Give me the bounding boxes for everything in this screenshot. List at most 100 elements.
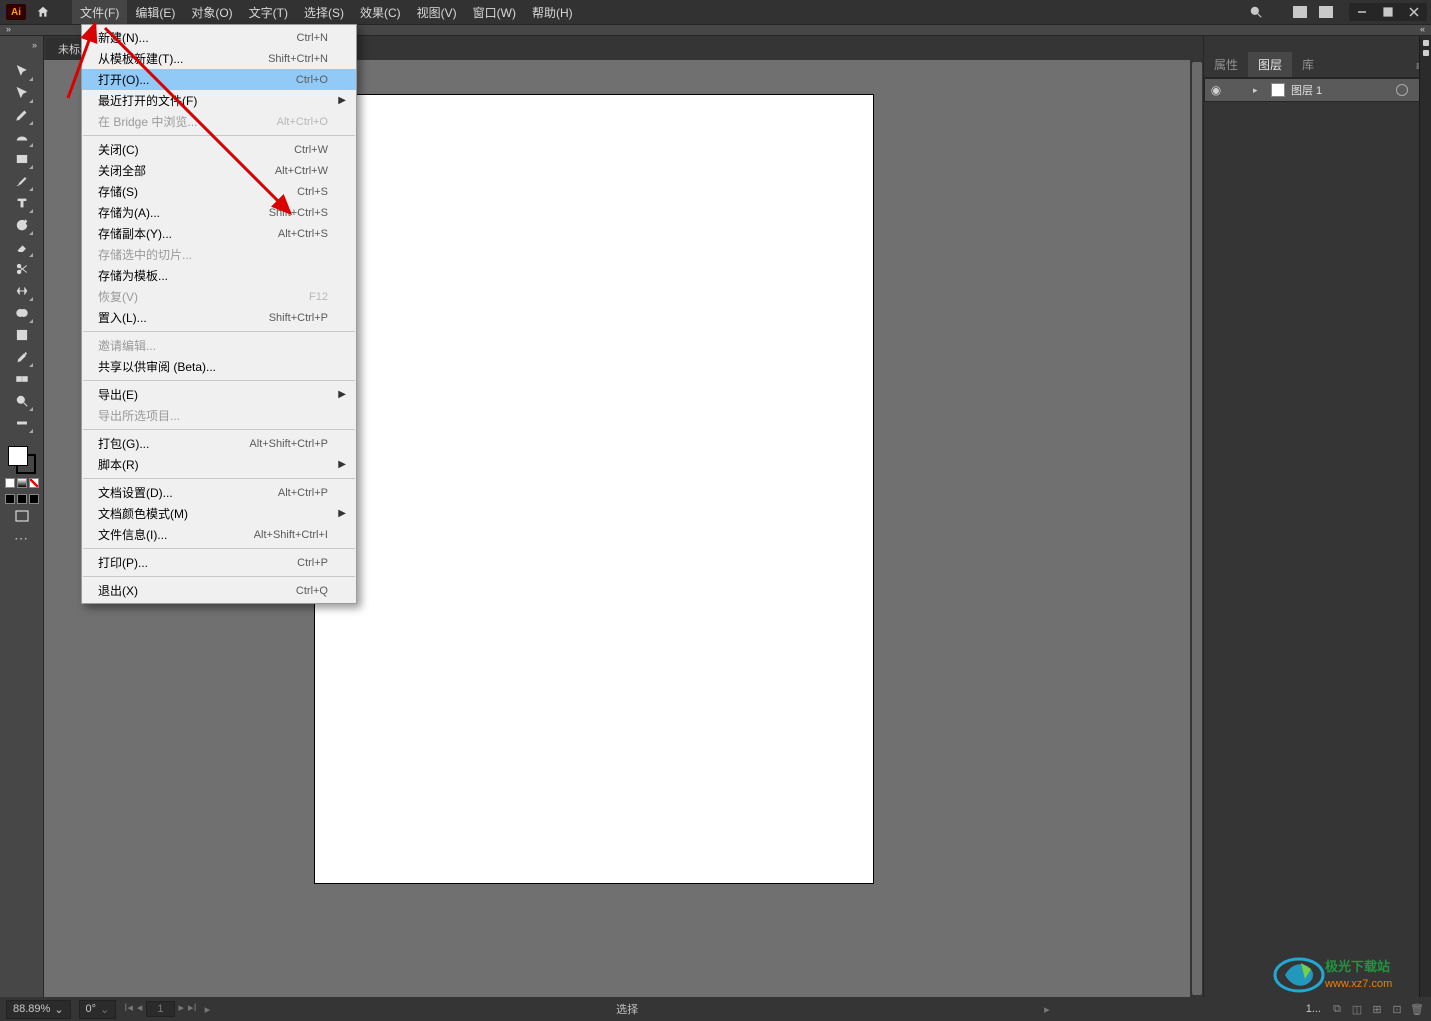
menu-select[interactable]: 选择(S)	[296, 0, 352, 24]
visibility-eye-icon[interactable]: ◉	[1211, 83, 1221, 97]
tool-gradient-annotator[interactable]	[10, 412, 34, 434]
menu-item-2[interactable]: 打开(O)...Ctrl+O	[82, 69, 356, 90]
tool-direct-selection[interactable]	[10, 82, 34, 104]
tool-type[interactable]	[10, 192, 34, 214]
color-mode-gradient[interactable]	[17, 478, 27, 488]
tool-rotate[interactable]	[10, 214, 34, 236]
svg-text:极光下载站: 极光下载站	[1325, 959, 1390, 974]
sb-icon-2[interactable]: ◫	[1349, 1003, 1365, 1016]
menu-item-17[interactable]: 共享以供审阅 (Beta)...	[82, 356, 356, 377]
sb-icon-3[interactable]: ⊞	[1369, 1003, 1385, 1016]
menu-item-25[interactable]: 文档设置(D)...Alt+Ctrl+P	[82, 482, 356, 503]
control-bar-collapse-right[interactable]: «	[1420, 24, 1425, 34]
watermark: 极光下载站 www.xz7.com	[1271, 953, 1421, 997]
tools-panel: » ⋯	[0, 36, 44, 997]
tool-scissors[interactable]	[10, 258, 34, 280]
layer-twisty-icon[interactable]: ▸	[1253, 85, 1265, 96]
draw-normal[interactable]	[5, 494, 15, 504]
layer-target-icon[interactable]	[1396, 84, 1408, 96]
tool-rectangle[interactable]	[10, 148, 34, 170]
color-well[interactable]	[8, 446, 36, 474]
menu-file[interactable]: 文件(F)	[72, 0, 127, 24]
control-bar-collapse-left[interactable]: »	[6, 24, 11, 34]
fill-swatch[interactable]	[8, 446, 28, 466]
window-maximize[interactable]	[1375, 3, 1401, 21]
artboard[interactable]	[314, 94, 874, 884]
menu-item-29[interactable]: 打印(P)...Ctrl+P	[82, 552, 356, 573]
sb-icon-1[interactable]: ⧉	[1329, 1003, 1345, 1016]
tools-collapse-icon[interactable]: »	[32, 40, 37, 50]
screen-mode[interactable]	[15, 510, 29, 522]
rotate-field[interactable]: 0°⌄	[79, 1000, 117, 1019]
page-number[interactable]: 1	[157, 1003, 163, 1015]
menu-item-19[interactable]: 导出(E)▶	[82, 384, 356, 405]
menu-effect[interactable]: 效果(C)	[352, 0, 409, 24]
tool-paintbrush[interactable]	[10, 170, 34, 192]
layer-count: 1...	[1306, 1003, 1321, 1015]
menu-item-31[interactable]: 退出(X)Ctrl+Q	[82, 580, 356, 601]
menu-window[interactable]: 窗口(W)	[465, 0, 524, 24]
tool-blend[interactable]	[10, 368, 34, 390]
menu-type[interactable]: 文字(T)	[241, 0, 296, 24]
menu-edit[interactable]: 编辑(E)	[127, 0, 183, 24]
layer-name[interactable]: 图层 1	[1291, 82, 1390, 98]
home-button[interactable]	[34, 3, 52, 21]
arrange-panels-icon[interactable]	[1287, 3, 1313, 21]
panel-tab-libraries[interactable]: 库	[1292, 52, 1324, 77]
draw-behind[interactable]	[17, 494, 27, 504]
menu-item-1[interactable]: 从模板新建(T)...Shift+Ctrl+N	[82, 48, 356, 69]
workspace-switcher-icon[interactable]	[1313, 3, 1339, 21]
menu-object[interactable]: 对象(O)	[183, 0, 240, 24]
sb-trash-icon[interactable]: 🗑	[1409, 1003, 1425, 1016]
zoom-field[interactable]: 88.89%⌄	[6, 1000, 71, 1019]
window-close[interactable]	[1401, 3, 1427, 21]
scrollbar-vertical[interactable]	[1190, 60, 1204, 997]
tool-eraser[interactable]	[10, 236, 34, 258]
layer-row[interactable]: ◉ ▸ 图层 1	[1204, 78, 1431, 102]
menu-item-11: 存储选中的切片...	[82, 244, 356, 265]
color-mode-solid[interactable]	[5, 478, 15, 488]
draw-inside[interactable]	[29, 494, 39, 504]
tool-hint: 选择	[218, 1001, 1036, 1017]
menu-item-4: 在 Bridge 中浏览...Alt+Ctrl+O	[82, 111, 356, 132]
menu-item-7[interactable]: 关闭全部Alt+Ctrl+W	[82, 160, 356, 181]
menu-item-23[interactable]: 脚本(R)▶	[82, 454, 356, 475]
menu-item-6[interactable]: 关闭(C)Ctrl+W	[82, 139, 356, 160]
statusbar: 88.89%⌄ 0°⌄ I◂◂ 1 ▸▸I ▸ 选择 ▸ 1... ⧉ ◫ ⊞ …	[0, 997, 1431, 1021]
menu-item-27[interactable]: 文件信息(I)...Alt+Shift+Ctrl+I	[82, 524, 356, 545]
tool-zoom[interactable]	[10, 390, 34, 412]
menu-item-14[interactable]: 置入(L)...Shift+Ctrl+P	[82, 307, 356, 328]
layer-thumbnail	[1271, 83, 1285, 97]
tool-pen[interactable]	[10, 104, 34, 126]
menu-item-8[interactable]: 存储(S)Ctrl+S	[82, 181, 356, 202]
tool-curvature[interactable]	[10, 126, 34, 148]
window-minimize[interactable]	[1349, 3, 1375, 21]
tool-width[interactable]	[10, 280, 34, 302]
menu-view[interactable]: 视图(V)	[409, 0, 465, 24]
menu-item-22[interactable]: 打包(G)...Alt+Shift+Ctrl+P	[82, 433, 356, 454]
panel-tab-layers[interactable]: 图层	[1248, 52, 1292, 77]
tool-shape-builder[interactable]	[10, 302, 34, 324]
sb-icon-4[interactable]: ⊡	[1389, 1003, 1405, 1016]
menu-item-3[interactable]: 最近打开的文件(F)▶	[82, 90, 356, 111]
menu-item-26[interactable]: 文档颜色模式(M)▶	[82, 503, 356, 524]
menu-item-16: 邀请编辑...	[82, 335, 356, 356]
tool-mesh[interactable]	[10, 324, 34, 346]
file-menu-dropdown: 新建(N)...Ctrl+N从模板新建(T)...Shift+Ctrl+N打开(…	[81, 24, 357, 604]
menu-item-10[interactable]: 存储副本(Y)...Alt+Ctrl+S	[82, 223, 356, 244]
layers-panel: ◉ ▸ 图层 1	[1204, 78, 1431, 102]
panel-tab-properties[interactable]: 属性	[1204, 52, 1248, 77]
color-mode-none[interactable]	[29, 478, 39, 488]
tool-eyedropper[interactable]	[10, 346, 34, 368]
menu-help[interactable]: 帮助(H)	[524, 0, 581, 24]
collapsed-dock[interactable]	[1419, 36, 1431, 997]
titlebar: Ai 文件(F) 编辑(E) 对象(O) 文字(T) 选择(S) 效果(C) 视…	[0, 0, 1431, 24]
tools-edit[interactable]: ⋯	[14, 530, 29, 547]
menu-item-9[interactable]: 存储为(A)...Shift+Ctrl+S	[82, 202, 356, 223]
artboard-nav[interactable]: I◂◂ 1 ▸▸I	[124, 1001, 196, 1017]
search-button[interactable]	[1243, 3, 1269, 21]
tool-selection[interactable]	[10, 60, 34, 82]
menu-item-0[interactable]: 新建(N)...Ctrl+N	[82, 27, 356, 48]
menu-item-12[interactable]: 存储为模板...	[82, 265, 356, 286]
svg-text:www.xz7.com: www.xz7.com	[1324, 978, 1392, 990]
